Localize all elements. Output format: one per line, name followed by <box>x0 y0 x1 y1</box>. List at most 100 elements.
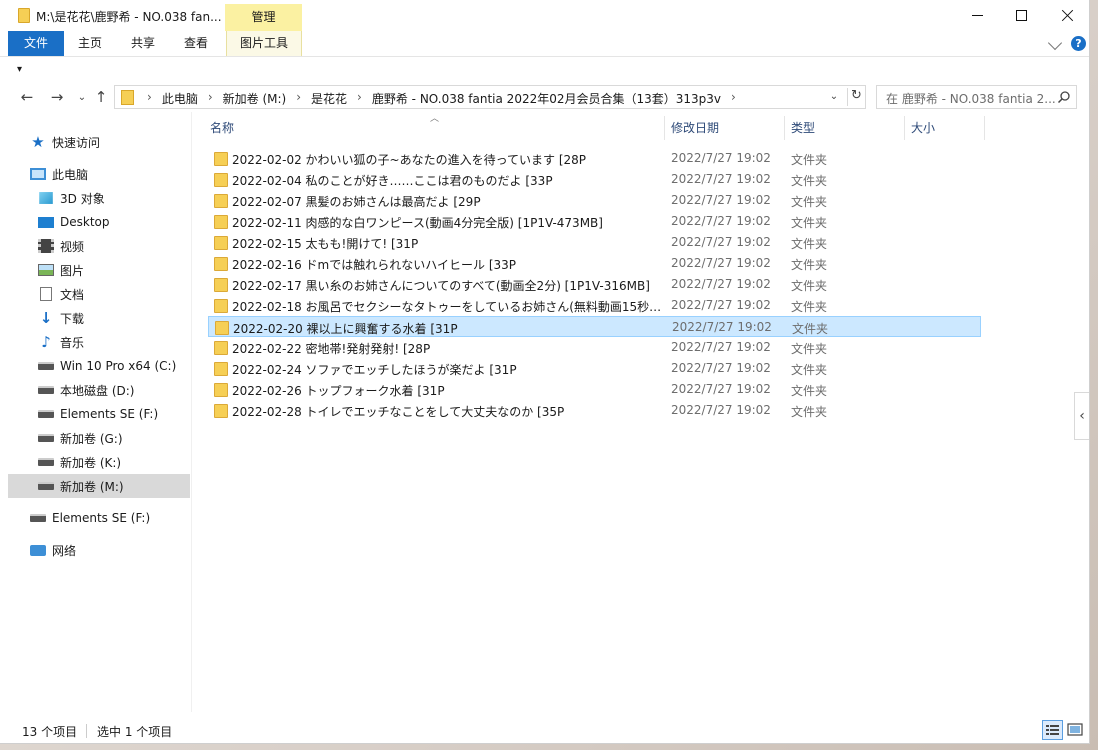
breadcrumb-drive-m[interactable]: 新加卷 (M:) <box>223 90 287 107</box>
file-type: 文件夹 <box>791 363 828 377</box>
file-date: 2022/7/27 19:02 <box>671 382 771 396</box>
breadcrumb-folder[interactable]: 是花花 <box>311 90 347 107</box>
file-row[interactable]: 2022-02-18 お風呂でセクシーなタトゥーをしているお姉さん(無料動画15… <box>208 295 981 316</box>
drive-icon <box>38 458 54 466</box>
sidebar-item-documents[interactable]: 文档 <box>38 282 220 306</box>
sidebar-item-downloads[interactable]: ↓ 下载 <box>38 306 220 330</box>
search-icon[interactable] <box>1057 90 1071 104</box>
tab-file[interactable]: 文件 <box>8 31 64 56</box>
sidebar-item-elements-se[interactable]: Elements SE (F:) <box>30 506 212 530</box>
chevron-down-icon[interactable]: ⌄ <box>827 91 841 105</box>
file-date: 2022/7/27 19:02 <box>671 151 771 165</box>
file-type: 文件夹 <box>791 405 828 419</box>
file-row[interactable]: 2022-02-07 黒髪のお姉さんは最高だよ [29P 2022/7/27 1… <box>208 190 981 211</box>
sidebar-item-music[interactable]: ♪ 音乐 <box>38 330 220 354</box>
sidebar-item-this-pc[interactable]: 此电脑 <box>30 162 212 186</box>
details-view-button[interactable] <box>1042 720 1063 740</box>
column-divider[interactable] <box>904 116 905 140</box>
search-input[interactable]: 在 鹿野希 - NO.038 fantia 2... <box>876 85 1077 109</box>
column-divider[interactable] <box>664 116 665 140</box>
file-date: 2022/7/27 19:02 <box>671 298 771 312</box>
file-row[interactable]: 2022-02-22 密地帯!発射発射! [28P 2022/7/27 19:0… <box>208 337 981 358</box>
column-header-size[interactable]: 大小 <box>911 116 935 140</box>
refresh-icon[interactable]: ↻ <box>847 88 865 106</box>
folder-icon <box>214 152 228 166</box>
column-header-name[interactable]: 名称 <box>210 116 234 140</box>
back-arrow-icon[interactable]: ← <box>17 87 37 107</box>
desktop-icon <box>38 216 54 228</box>
download-icon: ↓ <box>39 309 53 327</box>
folder-icon <box>214 236 228 250</box>
tab-picture-tools[interactable]: 图片工具 <box>226 31 302 56</box>
file-row[interactable]: 2022-02-11 肉感的な白ワンピース(動画4分完全版) [1P1V-473… <box>208 211 981 232</box>
sidebar-item-network[interactable]: 网络 <box>30 538 212 562</box>
sidebar-item-label: 文档 <box>60 287 85 302</box>
sidebar-item-pictures[interactable]: 图片 <box>38 258 220 282</box>
file-type: 文件夹 <box>791 258 828 272</box>
search-placeholder: 在 鹿野希 - NO.038 fantia 2... <box>886 92 1056 106</box>
file-row[interactable]: 2022-02-17 黒い糸のお姉さんについてのすべて(動画全2分) [1P1V… <box>208 274 981 295</box>
file-row[interactable]: 2022-02-16 ドmでは触れられないハイヒール [33P 2022/7/2… <box>208 253 981 274</box>
file-row[interactable]: 2022-02-26 トップフォーク水着 [31P 2022/7/27 19:0… <box>208 379 981 400</box>
file-row[interactable]: 2022-02-02 かわいい狐の子~あなたの進入を待っています [28P 20… <box>208 148 981 169</box>
file-explorer-window: M:\是花花\鹿野希 - NO.038 fan... 管理 文件 主页 共享 查… <box>0 0 1090 744</box>
file-row[interactable]: 2022-02-15 太もも!開けて! [31P 2022/7/27 19:02… <box>208 232 981 253</box>
column-header-type[interactable]: 类型 <box>791 116 815 140</box>
chevron-right-icon[interactable]: › <box>347 90 372 107</box>
file-row[interactable]: 2022-02-04 私のことが好き……ここは君のものだよ [33P 2022/… <box>208 169 981 190</box>
drive-icon <box>38 410 54 418</box>
file-type: 文件夹 <box>791 300 828 314</box>
pc-icon <box>30 168 46 180</box>
sidebar-item-drive-m[interactable]: 新加卷 (M:) <box>8 474 190 498</box>
sidebar-item-drive-k[interactable]: 新加卷 (K:) <box>38 450 220 474</box>
file-type: 文件夹 <box>791 279 828 293</box>
breadcrumb-this-pc[interactable]: 此电脑 <box>162 90 198 107</box>
tab-view[interactable]: 查看 <box>172 31 220 56</box>
sidebar-item-videos[interactable]: 视频 <box>38 234 220 258</box>
file-name: 2022-02-17 黒い糸のお姉さんについてのすべて(動画全2分) [1P1V… <box>232 279 650 293</box>
sidebar-item-drive-d[interactable]: 本地磁盘 (D:) <box>38 378 220 402</box>
file-date: 2022/7/27 19:02 <box>671 214 771 228</box>
manage-tab[interactable]: 管理 <box>225 4 302 31</box>
column-header-date[interactable]: 修改日期 <box>671 116 719 140</box>
sidebar-item-drive-c[interactable]: Win 10 Pro x64 (C:) <box>38 354 220 378</box>
maximize-button[interactable] <box>998 0 1044 31</box>
file-date: 2022/7/27 19:02 <box>671 193 771 207</box>
sidebar-item-quick-access[interactable]: ★ 快速访问 <box>30 130 212 154</box>
file-name: 2022-02-16 ドmでは触れられないハイヒール [33P <box>232 258 517 272</box>
chevron-right-icon[interactable]: › <box>286 90 311 107</box>
breadcrumb-current-folder[interactable]: 鹿野希 - NO.038 fantia 2022年02月会员合集（13套）313… <box>372 90 721 107</box>
chevron-right-icon[interactable]: › <box>198 90 223 107</box>
file-row[interactable]: 2022-02-28 トイレでエッチなことをして大丈夫なのか [35P 2022… <box>208 400 981 421</box>
recent-locations-icon[interactable]: ⌄ <box>72 87 92 107</box>
sidebar-item-desktop[interactable]: Desktop <box>38 210 220 234</box>
up-arrow-icon[interactable]: ↑ <box>91 87 111 107</box>
large-icons-view-button[interactable] <box>1066 721 1084 739</box>
help-icon[interactable]: ? <box>1071 36 1086 51</box>
sidebar-item-3d-objects[interactable]: 3D 对象 <box>38 186 220 210</box>
column-divider[interactable] <box>984 116 985 140</box>
sidebar-item-label: 本地磁盘 (D:) <box>60 383 135 398</box>
address-bar[interactable]: › 此电脑 › 新加卷 (M:) › 是花花 › 鹿野希 - NO.038 fa… <box>114 85 866 109</box>
star-icon: ★ <box>31 133 45 151</box>
tab-share[interactable]: 共享 <box>118 31 168 56</box>
forward-arrow-icon[interactable]: → <box>47 87 67 107</box>
sidebar-item-drive-f[interactable]: Elements SE (F:) <box>38 402 220 426</box>
minimize-button[interactable] <box>954 0 1000 31</box>
tab-home[interactable]: 主页 <box>66 31 114 56</box>
ribbon-expand-icon[interactable] <box>1047 35 1063 51</box>
selection-count: 选中 1 个项目 <box>97 725 173 739</box>
file-row[interactable]: 2022-02-24 ソファでエッチしたほうが楽だよ [31P 2022/7/2… <box>208 358 981 379</box>
column-divider[interactable] <box>784 116 785 140</box>
file-type: 文件夹 <box>791 153 828 167</box>
file-name: 2022-02-18 お風呂でセクシーなタトゥーをしているお姉さん(無料動画15… <box>232 300 662 314</box>
file-row-selected[interactable]: 2022-02-20 裸以上に興奮する水着 [31P 2022/7/27 19:… <box>208 316 981 337</box>
sidebar-item-label: 视频 <box>60 239 85 254</box>
sidebar-item-drive-g[interactable]: 新加卷 (G:) <box>38 426 220 450</box>
close-button[interactable] <box>1044 0 1089 31</box>
customize-toolbar-icon[interactable]: ▾ <box>17 64 22 75</box>
chevron-right-icon[interactable]: › <box>137 90 162 107</box>
chevron-right-icon[interactable]: › <box>721 90 746 107</box>
preview-pane-toggle[interactable]: ‹ <box>1074 392 1089 440</box>
sidebar-item-label: 音乐 <box>60 335 85 350</box>
